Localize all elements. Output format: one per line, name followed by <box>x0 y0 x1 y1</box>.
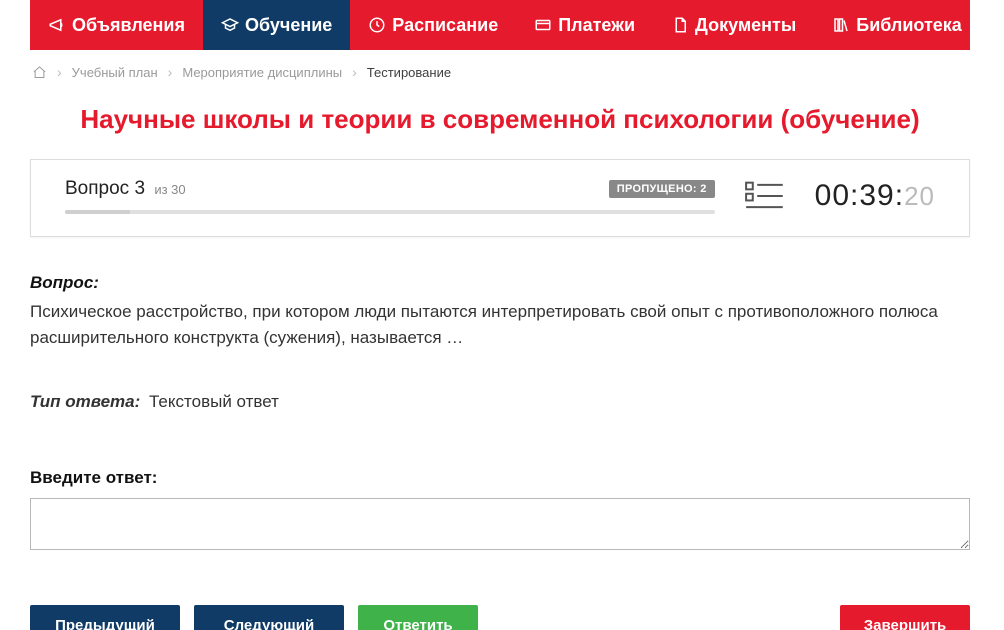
megaphone-icon <box>48 16 66 34</box>
nav-item-documents[interactable]: Документы <box>653 0 814 50</box>
answer-type-value: Текстовый ответ <box>149 392 279 411</box>
status-progress: Вопрос 3 из 30 ПРОПУЩЕНО: 2 <box>65 178 715 214</box>
breadcrumb-current: Тестирование <box>367 65 451 80</box>
nav-label: Библиотека <box>856 15 962 36</box>
payment-icon <box>534 16 552 34</box>
progress-fill <box>65 210 130 214</box>
question-list-icon[interactable] <box>745 180 785 212</box>
prev-button[interactable]: Предыдущий <box>30 605 180 630</box>
question-text: Психическое расстройство, при котором лю… <box>30 299 970 350</box>
submit-button[interactable]: Ответить <box>358 605 478 630</box>
library-icon <box>832 16 850 34</box>
status-card: Вопрос 3 из 30 ПРОПУЩЕНО: 2 <box>30 159 970 237</box>
answer-type-label: Тип ответа: <box>30 392 140 411</box>
skipped-badge: ПРОПУЩЕНО: 2 <box>609 180 715 198</box>
next-button[interactable]: Следующий <box>194 605 344 630</box>
answer-input-label: Введите ответ: <box>30 468 970 488</box>
breadcrumb-link-plan[interactable]: Учебный план <box>72 65 158 80</box>
document-icon <box>671 16 689 34</box>
progress-bar <box>65 210 715 214</box>
chevron-right-icon: › <box>57 64 62 80</box>
nav-label: Обучение <box>245 15 332 36</box>
breadcrumb: › Учебный план › Мероприятие дисциплины … <box>30 50 970 94</box>
chevron-down-icon <box>968 15 980 36</box>
nav-label: Платежи <box>558 15 635 36</box>
main-nav: Объявления Обучение Расписание <box>30 0 970 50</box>
home-icon[interactable] <box>32 65 47 80</box>
page-title: Научные школы и теории в современной пси… <box>30 104 970 135</box>
button-row: Предыдущий Следующий Ответить Завершить <box>30 605 970 630</box>
nav-item-announcements[interactable]: Объявления <box>30 0 203 50</box>
chevron-right-icon: › <box>168 64 173 80</box>
academic-cap-icon <box>221 16 239 34</box>
nav-label: Расписание <box>392 15 498 36</box>
nav-item-education[interactable]: Обучение <box>203 0 350 50</box>
breadcrumb-link-event[interactable]: Мероприятие дисциплины <box>182 65 342 80</box>
nav-label: Документы <box>695 15 796 36</box>
answer-input[interactable] <box>30 498 970 550</box>
viewport[interactable]: Объявления Обучение Расписание <box>0 0 1004 630</box>
nav-item-schedule[interactable]: Расписание <box>350 0 516 50</box>
nav-item-library[interactable]: Библиотека <box>814 0 998 50</box>
clock-icon <box>368 16 386 34</box>
answer-type-row: Тип ответа: Текстовый ответ <box>30 392 970 412</box>
timer: 00:39:20 <box>815 179 935 213</box>
question-label: Вопрос: <box>30 273 970 293</box>
chevron-right-icon: › <box>352 64 357 80</box>
nav-item-payments[interactable]: Платежи <box>516 0 653 50</box>
finish-button[interactable]: Завершить <box>840 605 970 630</box>
nav-label: Объявления <box>72 15 185 36</box>
